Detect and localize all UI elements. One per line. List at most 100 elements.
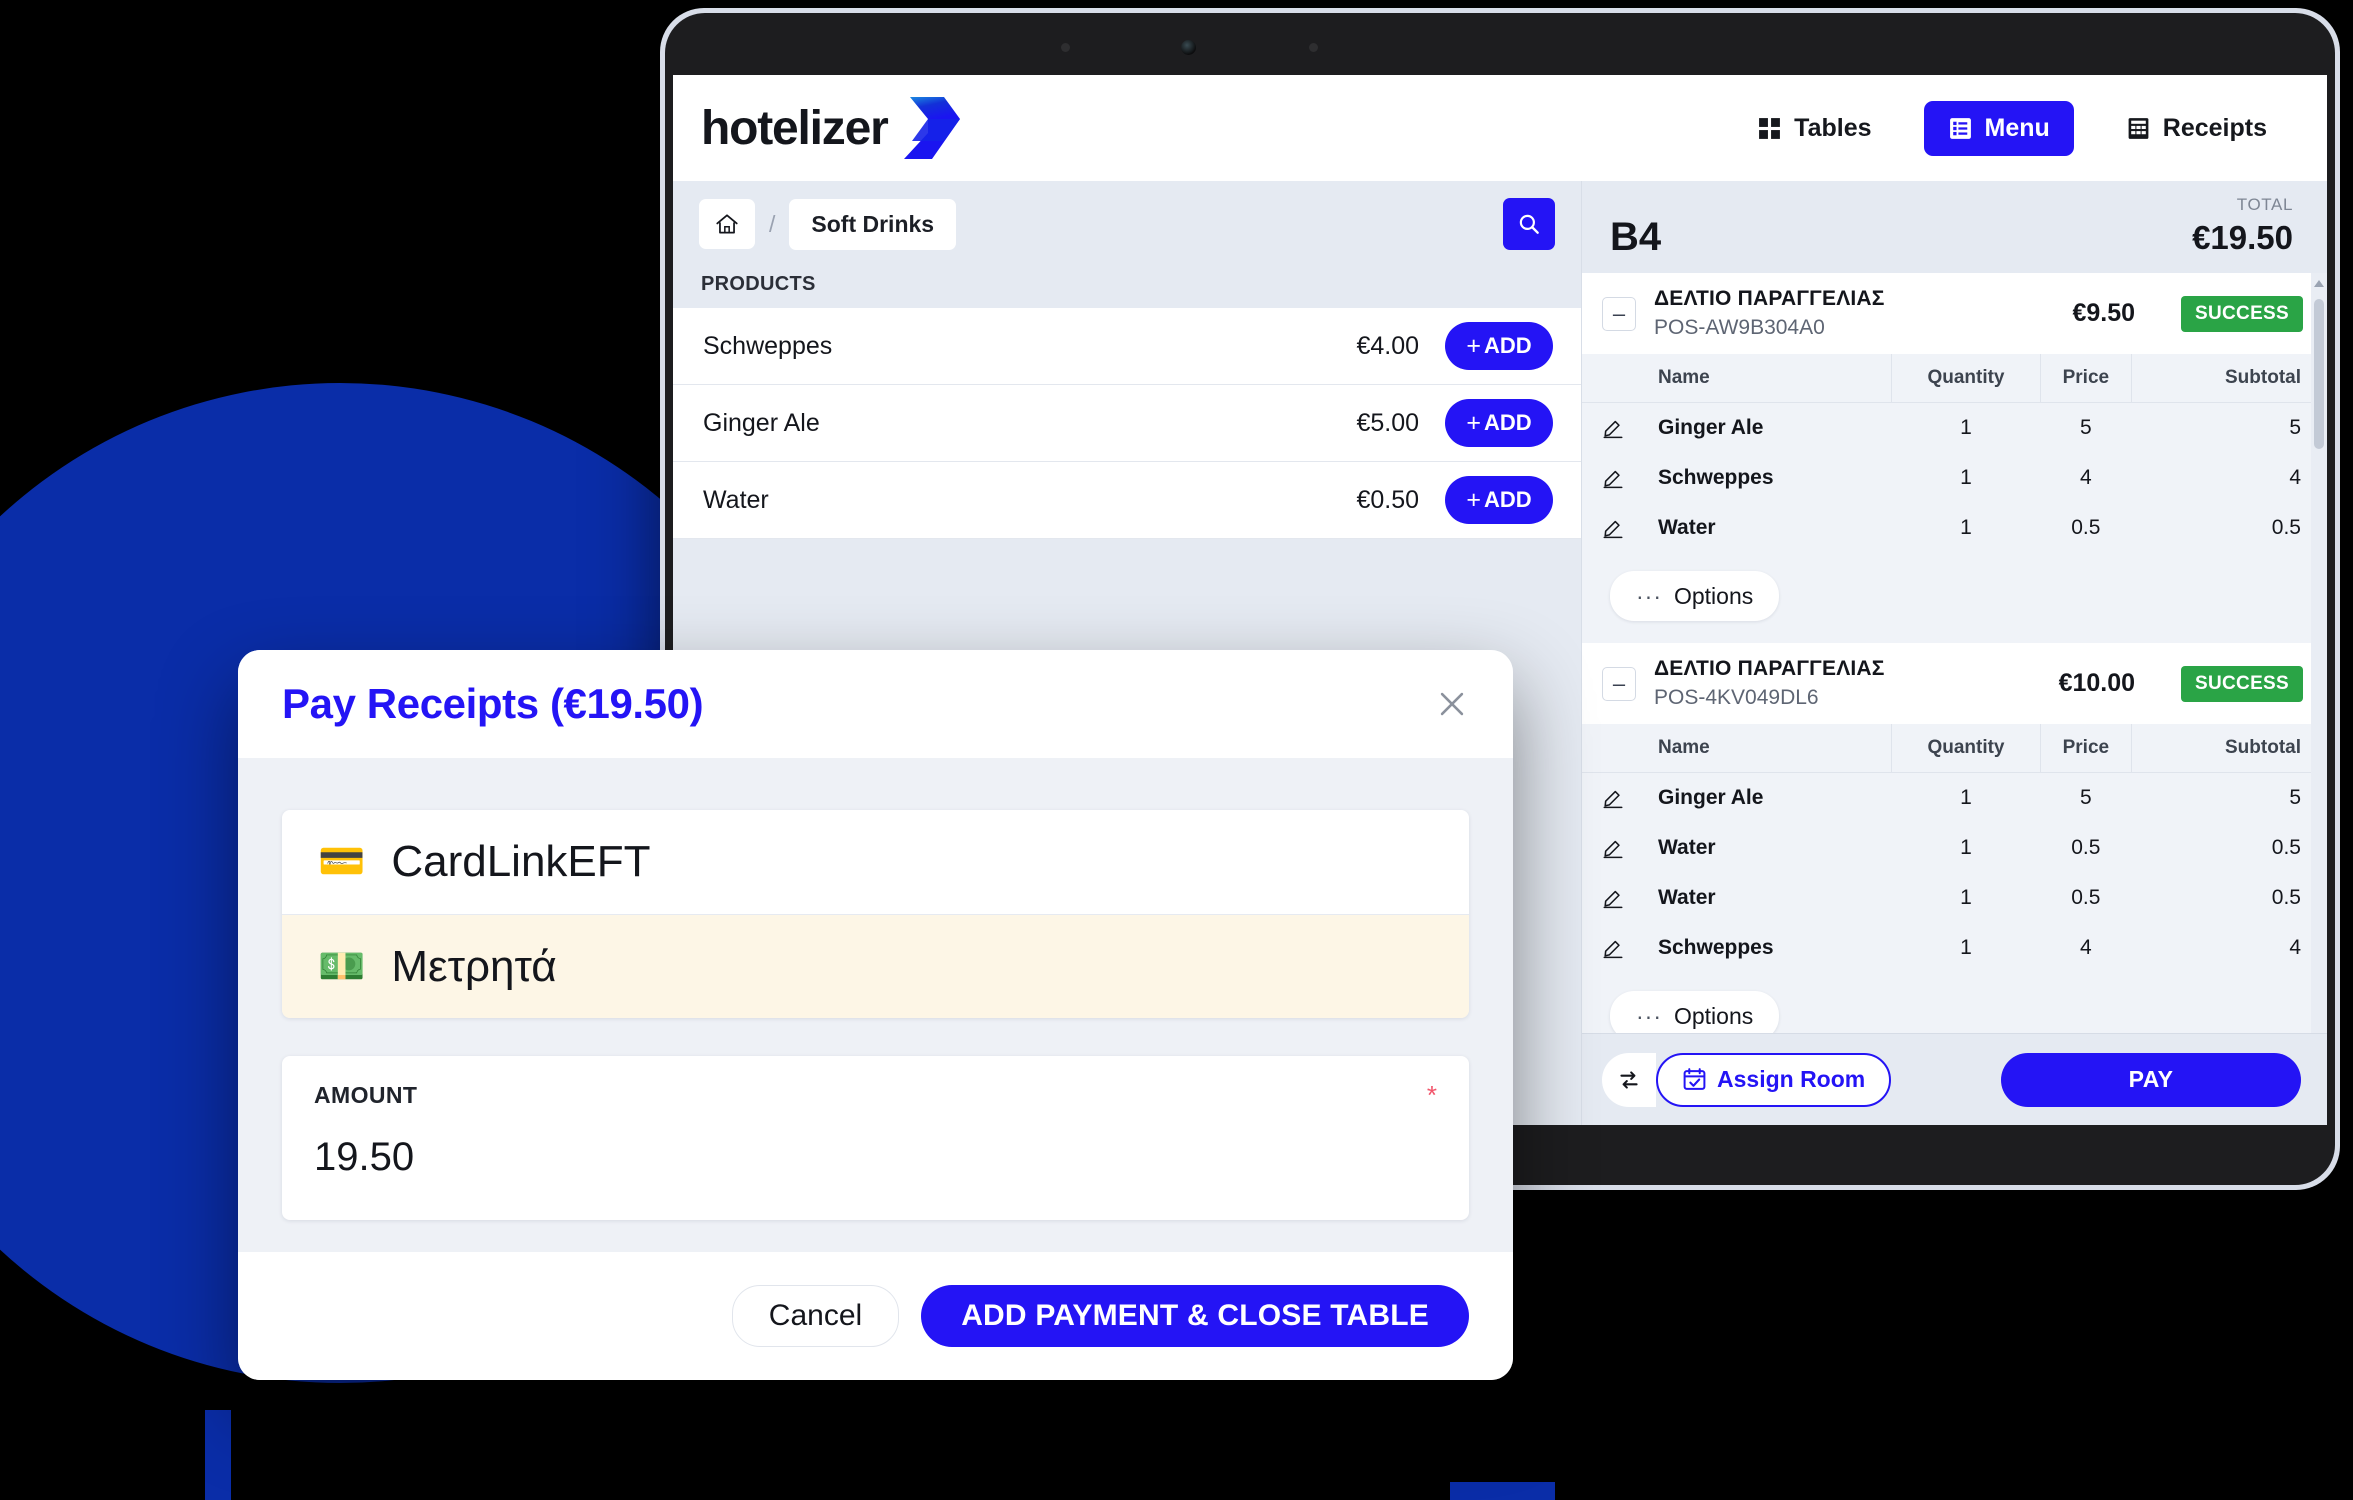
line-name: Ginger Ale	[1658, 416, 1764, 439]
line-quantity: 1	[1960, 886, 1972, 909]
edit-line-cell[interactable]	[1582, 923, 1644, 973]
search-icon	[1519, 214, 1539, 234]
receipt-lines-head: Name Quantity Price Subtotal	[1582, 724, 2327, 773]
edit-line-cell[interactable]	[1582, 873, 1644, 923]
sensor-dot-icon	[1061, 43, 1070, 52]
brand-logo: hotelizer	[701, 95, 966, 161]
swap-icon	[1620, 1070, 1638, 1089]
col-price: Price	[2040, 354, 2132, 403]
nav-item-tables[interactable]: Tables	[1743, 102, 1885, 155]
receipt-options-button[interactable]: ··· Options	[1610, 991, 1780, 1033]
order-total-value: €19.50	[2192, 219, 2293, 256]
line-subtotal: 0.5	[2271, 836, 2301, 859]
payment-method-option[interactable]: 💵 Μετρητά	[282, 914, 1469, 1018]
status-badge: SUCCESS	[2181, 295, 2303, 332]
order-footer: Assign Room PAY	[1582, 1033, 2327, 1125]
amount-input[interactable]	[314, 1135, 1437, 1180]
receipt-identity: ΔΕΛΤΙΟ ΠΑΡΑΓΓΕΛΙΑΣ POS-4KV049DL6	[1654, 657, 2041, 710]
add-payment-close-table-button[interactable]: ADD PAYMENT & CLOSE TABLE	[921, 1285, 1469, 1347]
pencil-icon	[1603, 841, 1623, 859]
product-row[interactable]: Schweppes €4.00 + ADD	[673, 308, 1581, 385]
options-label: Options	[1673, 582, 1754, 609]
add-product-button[interactable]: + ADD	[1445, 399, 1553, 447]
edit-line-cell[interactable]	[1582, 503, 1644, 553]
cancel-button[interactable]: Cancel	[731, 1285, 900, 1347]
receipt-amount: €10.00	[2058, 669, 2136, 697]
search-button[interactable]	[1503, 198, 1555, 250]
add-button-label: ADD	[1483, 333, 1532, 358]
product-row[interactable]: Ginger Ale €5.00 + ADD	[673, 385, 1581, 462]
pencil-icon	[1603, 941, 1623, 959]
receipt-line-row[interactable]: Ginger Ale 1 5 5	[1582, 773, 2327, 824]
col-edit	[1582, 724, 1644, 773]
col-name: Name	[1644, 354, 1892, 403]
receipt-line-row[interactable]: Water 1 0.5 0.5	[1582, 823, 2327, 873]
line-subtotal: 4	[2289, 936, 2301, 959]
pencil-icon	[1603, 421, 1623, 439]
assign-room-button[interactable]: Assign Room	[1656, 1052, 1892, 1107]
edit-line-cell[interactable]	[1582, 403, 1644, 454]
order-total: TOTAL €19.50	[2192, 195, 2293, 257]
collapse-receipt-button[interactable]: –	[1602, 666, 1636, 701]
edit-line-cell[interactable]	[1582, 773, 1644, 824]
nav-item-receipts[interactable]: Receipts	[2112, 102, 2281, 155]
receipt-title: ΔΕΛΤΙΟ ΠΑΡΑΓΓΕΛΙΑΣ	[1654, 657, 1885, 680]
line-price: 5	[2080, 786, 2092, 809]
pencil-icon	[1603, 521, 1623, 539]
chevron-logo-icon	[903, 97, 960, 159]
edit-line-cell[interactable]	[1582, 453, 1644, 503]
order-scrollbar[interactable]	[2311, 273, 2327, 1033]
plus-icon: +	[1466, 408, 1481, 437]
col-quantity: Quantity	[1891, 724, 2042, 773]
nav-item-menu[interactable]: Menu	[1923, 100, 2074, 156]
product-price: €0.50	[1356, 485, 1419, 514]
line-price: 0.5	[2071, 836, 2101, 859]
product-name: Schweppes	[703, 331, 833, 360]
line-quantity: 1	[1960, 466, 1972, 489]
add-product-button[interactable]: + ADD	[1445, 476, 1553, 524]
ellipsis-icon: ···	[1636, 582, 1662, 609]
card-terminal-icon: 💳	[318, 841, 366, 883]
cash-icon: 💵	[318, 945, 366, 988]
receipt-line-row[interactable]: Water 1 0.5 0.5	[1582, 873, 2327, 923]
product-price: €4.00	[1356, 331, 1419, 360]
receipt-lines-table: Name Quantity Price Subtotal Ginger Ale 1 5 5 Wa…	[1582, 724, 2327, 973]
add-product-button[interactable]: + ADD	[1445, 322, 1553, 370]
collapse-receipt-button[interactable]: –	[1602, 296, 1636, 331]
col-name: Name	[1644, 724, 1892, 773]
breadcrumb-current-category[interactable]: Soft Drinks	[789, 198, 957, 250]
modal-title: Pay Receipts (€19.50)	[282, 680, 704, 727]
status-badge: SUCCESS	[2181, 665, 2303, 702]
line-name: Water	[1658, 516, 1716, 539]
page-root: hotelizer Tables Menu Receipts / Soft Dr…	[0, 0, 2353, 1500]
modal-close-button[interactable]	[1429, 681, 1475, 727]
receipt-amount: €9.50	[2072, 299, 2136, 327]
options-label: Options	[1673, 1002, 1754, 1029]
add-button-label: ADD	[1483, 410, 1532, 435]
payment-method-option[interactable]: 💳 CardLinkEFT	[282, 810, 1469, 914]
order-receipts-scroll: – ΔΕΛΤΙΟ ΠΑΡΑΓΓΕΛΙΑΣ POS-AW9B304A0 €9.50 SUC…	[1582, 273, 2327, 1033]
receipt-options-button[interactable]: ··· Options	[1610, 571, 1780, 621]
scrollbar-thumb[interactable]	[2314, 299, 2324, 449]
receipt-line-row[interactable]: Schweppes 1 4 4	[1582, 453, 2327, 503]
pay-button[interactable]: PAY	[2001, 1052, 2301, 1107]
receipt-line-row[interactable]: Water 1 0.5 0.5	[1582, 503, 2327, 553]
scroll-up-arrow-icon[interactable]	[2314, 280, 2324, 287]
receipt-list: – ΔΕΛΤΙΟ ΠΑΡΑΓΓΕΛΙΑΣ POS-AW9B304A0 €9.50 SUC…	[1582, 273, 2327, 1033]
order-header: B4 TOTAL €19.50	[1582, 181, 2327, 273]
col-quantity: Quantity	[1891, 354, 2042, 403]
products-section-label: PRODUCTS	[701, 273, 816, 295]
pencil-icon	[1603, 891, 1623, 909]
edit-line-cell[interactable]	[1582, 823, 1644, 873]
close-icon	[1440, 692, 1464, 716]
col-edit	[1582, 354, 1644, 403]
receipt-line-row[interactable]: Schweppes 1 4 4	[1582, 923, 2327, 973]
product-row[interactable]: Water €0.50 + ADD	[673, 462, 1581, 539]
nav-label-receipts: Receipts	[2162, 113, 2267, 142]
breadcrumb-home-button[interactable]	[699, 199, 755, 249]
table-id: B4	[1610, 215, 1662, 259]
swap-button[interactable]	[1602, 1052, 1656, 1107]
receipt-lines-body: Ginger Ale 1 5 5 Water 1 0.5 0.5 Water 1 0.5 0.5 Sch…	[1582, 773, 2327, 974]
receipt-line-row[interactable]: Ginger Ale 1 5 5	[1582, 403, 2327, 454]
nav-label-menu: Menu	[1984, 113, 2050, 142]
